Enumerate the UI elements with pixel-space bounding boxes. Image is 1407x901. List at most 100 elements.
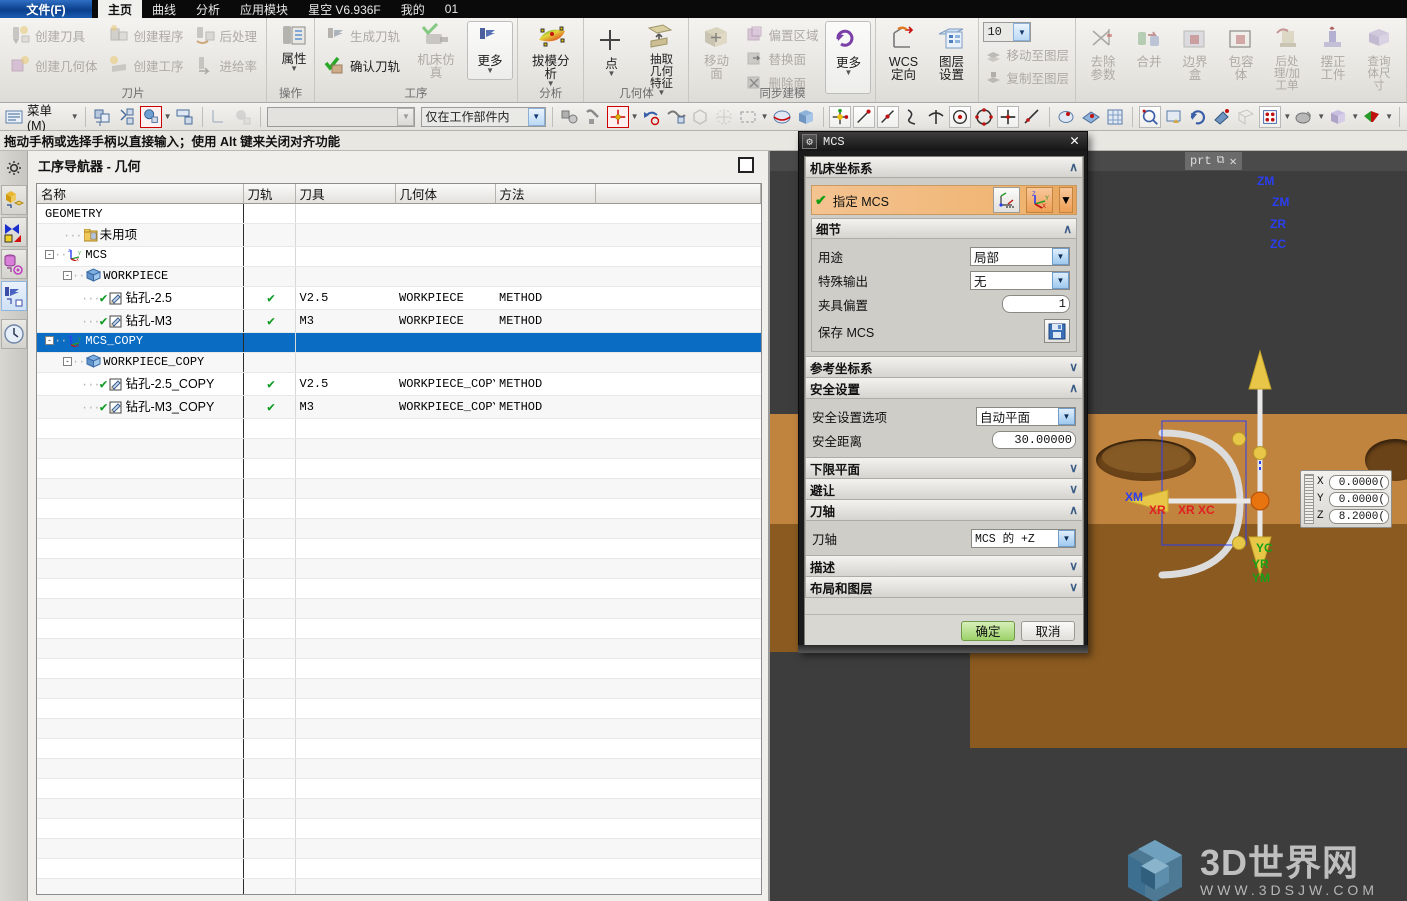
select-feature-icon[interactable]	[116, 106, 138, 128]
circle-center-icon[interactable]	[949, 105, 972, 128]
fixture-offset-input[interactable]: 1	[1002, 295, 1070, 313]
ok-button[interactable]: 确定	[961, 620, 1015, 641]
create-geometry-button[interactable]: 创建几何体	[4, 51, 103, 79]
search-input[interactable]: ▼	[267, 106, 416, 127]
section-header-details[interactable]: 细节 ∧	[811, 218, 1077, 239]
row-name-cell[interactable]: - ·· z y x MCS_COPY	[37, 332, 244, 353]
chevron-down-icon[interactable]: ▼	[1059, 187, 1073, 213]
create-operation-button[interactable]: 创建工序	[103, 51, 189, 79]
layer-settings-button[interactable]: 图层设置	[928, 21, 974, 82]
coord-z-input[interactable]: 8.2000(	[1329, 508, 1389, 524]
table-row[interactable]: ··· 未用项	[37, 223, 761, 247]
table-row[interactable]: ···✔ 钻孔-M3 ✔ M3 WORKPIECE METHOD	[37, 309, 761, 333]
menu-label[interactable]: 菜单(M)	[27, 100, 69, 133]
query-body-size-button[interactable]: 查询体尺寸	[1356, 21, 1402, 92]
coord-x-input[interactable]: 0.0000(	[1329, 474, 1389, 490]
chevron-up-icon[interactable]: ∧	[1063, 222, 1072, 236]
table-row[interactable]: - ·· z y x MCS_COPY	[37, 332, 761, 353]
pan-icon[interactable]	[1163, 106, 1185, 128]
section-header-mcs[interactable]: 机床坐标系 ∧	[805, 157, 1083, 178]
post-worksheet-button[interactable]: 后处理/加工单	[1264, 21, 1310, 92]
row-name-cell[interactable]: ··· 未用项	[37, 223, 244, 247]
close-icon[interactable]: ✕	[1065, 134, 1084, 149]
coord-y-input[interactable]: 0.0000(	[1329, 491, 1389, 507]
orientation-cube-icon[interactable]	[1327, 106, 1349, 128]
select-face-dropdown-icon[interactable]: ▼	[164, 112, 172, 120]
fit-view-icon[interactable]	[1211, 106, 1233, 128]
col-method[interactable]: 方法	[495, 184, 596, 204]
menu-tab-01[interactable]: 01	[435, 0, 468, 18]
chevron-down-icon[interactable]: ▼	[1058, 529, 1075, 547]
col-extra[interactable]	[595, 184, 761, 204]
wcs-orient-button[interactable]: WCS 定向	[880, 21, 926, 82]
chevron-down-icon[interactable]: ▼	[1052, 247, 1069, 265]
reuse-library-icon[interactable]	[1, 249, 27, 279]
menu-dropdown-icon[interactable]: ▼	[71, 112, 79, 120]
properties-button[interactable]: 属性 ▼	[271, 21, 317, 73]
rectangle-select-icon[interactable]	[737, 106, 759, 128]
rect-select-dropdown-icon[interactable]: ▼	[761, 112, 769, 120]
menu-list-icon[interactable]	[3, 106, 25, 128]
cancel-button[interactable]: 取消	[1021, 620, 1075, 641]
copy-to-layer-button[interactable]: 复制至图层	[983, 66, 1071, 88]
menu-tab-starsky[interactable]: 星空 V6.936F	[298, 0, 391, 18]
point-snap-icon[interactable]	[997, 105, 1020, 128]
orientation-dropdown-icon[interactable]: ▼	[1351, 112, 1359, 120]
render-dropdown-icon[interactable]: ▼	[1385, 112, 1393, 120]
tool-axis-combo[interactable]: MCS 的 +Z ▼	[971, 528, 1076, 548]
row-name-cell[interactable]: - ·· z y x MCS	[37, 246, 244, 267]
csys-constructor-button[interactable]: Z YX	[1026, 187, 1053, 213]
bounding-box-button[interactable]: 边界盒	[1172, 21, 1218, 92]
move-face-button[interactable]: 移动面	[693, 21, 739, 94]
select-edge-icon[interactable]	[174, 106, 196, 128]
section-header-avoidance[interactable]: 避让 ∨	[805, 479, 1083, 500]
align-workpiece-button[interactable]: 摆正工件	[1310, 21, 1356, 92]
table-row[interactable]: - ·· z y x MCS	[37, 246, 761, 267]
specify-mcs-row[interactable]: ✔ 指定 MCS Z YX ▼	[811, 185, 1077, 215]
menu-tab-curve[interactable]: 曲线	[142, 0, 186, 18]
feed-rate-button[interactable]: 进给率	[189, 51, 263, 79]
properties-dropdown-icon[interactable]: ▼	[290, 65, 298, 73]
face-snap-icon[interactable]	[1056, 106, 1078, 128]
view-style-icon[interactable]	[1259, 105, 1282, 128]
row-name-cell[interactable]: - ·· WORKPIECE	[37, 266, 244, 287]
more-sync-button[interactable]: 更多 ▼	[825, 21, 872, 94]
gear-icon[interactable]	[1, 153, 27, 183]
col-tool[interactable]: 刀具	[295, 184, 396, 204]
chevron-up-icon[interactable]: ∧	[1069, 381, 1078, 395]
col-name[interactable]: 名称	[37, 184, 244, 204]
merge-button[interactable]: 合并	[1126, 21, 1172, 92]
grid-snap-icon[interactable]	[1104, 106, 1126, 128]
machine-simulation-button[interactable]: 机床仿真	[407, 21, 465, 80]
row-name-cell[interactable]: ···✔ 钻孔-M3	[37, 309, 244, 333]
chevron-down-icon[interactable]: ▼	[1052, 271, 1069, 289]
section-header-lower-limit[interactable]: 下限平面 ∨	[805, 458, 1083, 479]
special-output-combo[interactable]: 无 ▼	[970, 270, 1070, 290]
chevron-down-icon[interactable]: ▼	[397, 107, 415, 126]
undo-icon[interactable]	[641, 106, 663, 128]
layer-combo[interactable]: 10 ▼	[983, 22, 1032, 42]
surface-snap-icon[interactable]	[1080, 106, 1102, 128]
chevron-up-icon[interactable]: ∧	[1069, 160, 1078, 174]
generate-toolpath-button[interactable]: 生成刀轨	[319, 21, 405, 49]
row-name-cell[interactable]: ···✔ 钻孔-2.5_COPY	[37, 372, 244, 396]
more-process-button[interactable]: 更多 ▼	[467, 21, 514, 80]
close-icon[interactable]: ✕	[1229, 154, 1236, 169]
history-clock-icon[interactable]	[1, 319, 27, 349]
chevron-down-icon[interactable]: ∨	[1069, 559, 1078, 573]
gear-icon[interactable]: ⚙	[802, 134, 817, 149]
restore-icon[interactable]: ⧉	[1217, 155, 1225, 167]
section-header-safety[interactable]: 安全设置 ∧	[805, 378, 1083, 399]
draft-analysis-button[interactable]: 拔模分析 ▼	[522, 21, 579, 88]
part-navigator-icon[interactable]	[1, 217, 27, 247]
safety-distance-input[interactable]: 30.00000	[992, 431, 1076, 449]
part-tab[interactable]: prt ⧉ ✕	[1185, 152, 1242, 170]
safety-option-combo[interactable]: 自动平面 ▼	[976, 406, 1076, 426]
select-object-icon[interactable]	[559, 106, 581, 128]
section-header-layout-layer[interactable]: 布局和图层 ∨	[805, 577, 1083, 598]
menu-tab-mine[interactable]: 我的	[391, 0, 435, 18]
chevron-up-icon[interactable]: ∧	[1069, 503, 1078, 517]
row-name-cell[interactable]: ···✔ 钻孔-2.5	[37, 286, 244, 310]
snap-point-dropdown-icon[interactable]: ▼	[631, 112, 639, 120]
remove-parameters-button[interactable]: 去除参数	[1080, 21, 1126, 92]
